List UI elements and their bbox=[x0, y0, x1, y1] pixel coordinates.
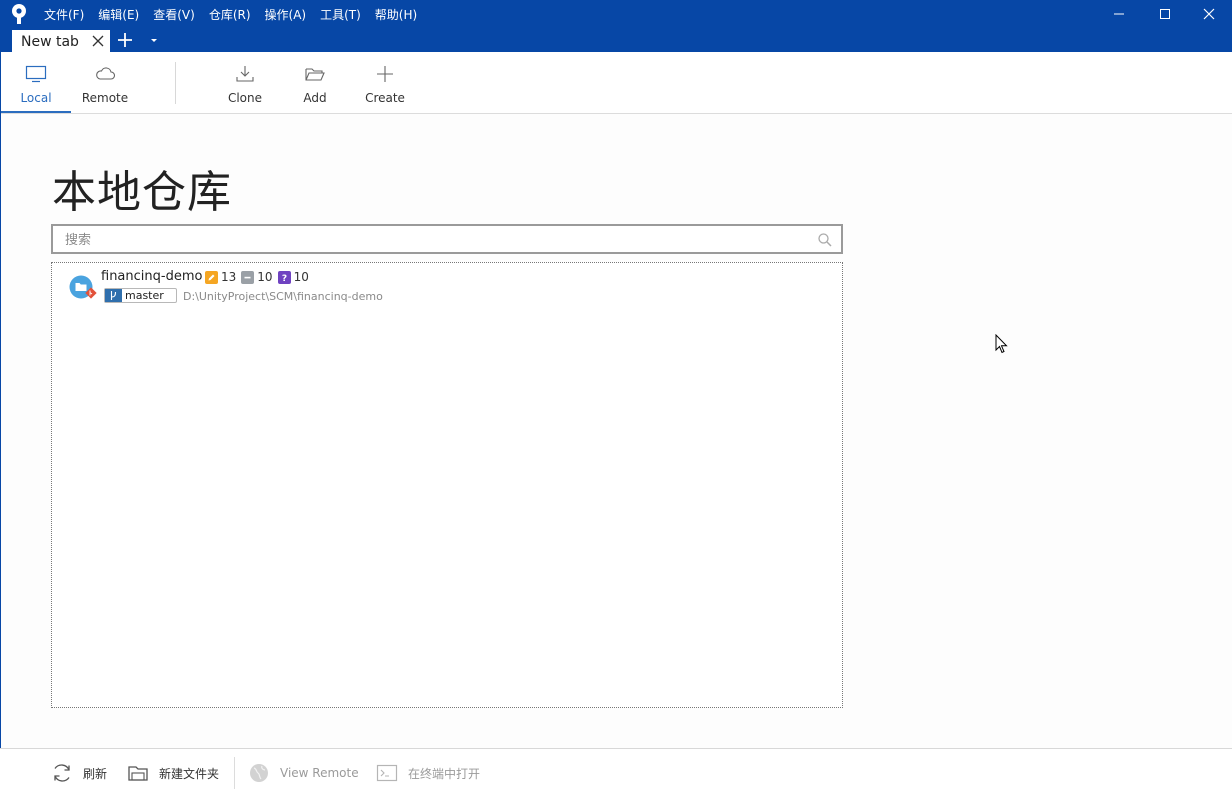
question-icon: ? bbox=[277, 270, 291, 284]
branch-icon bbox=[105, 289, 122, 302]
branch-name: master bbox=[125, 289, 164, 302]
toolbar: Local Remote Clone Add Create bbox=[0, 52, 1232, 114]
minimize-button[interactable] bbox=[1096, 0, 1142, 28]
untracked-count: 10 bbox=[293, 270, 309, 284]
menu-file[interactable]: 文件(F) bbox=[44, 6, 84, 23]
terminal-icon bbox=[376, 764, 398, 782]
remote-tab-button[interactable]: Remote bbox=[70, 52, 140, 113]
cloud-icon bbox=[96, 67, 116, 80]
mouse-cursor-icon bbox=[995, 334, 1008, 354]
remote-label: Remote bbox=[81, 91, 129, 105]
pencil-icon bbox=[205, 270, 218, 284]
refresh-icon bbox=[54, 764, 70, 782]
page-title: 本地仓库 bbox=[52, 167, 232, 218]
git-repo-icon bbox=[69, 275, 97, 299]
create-label: Create bbox=[365, 91, 405, 105]
refresh-label: 刷新 bbox=[83, 766, 108, 781]
close-icon bbox=[1203, 8, 1215, 20]
minus-icon bbox=[241, 270, 255, 284]
search-input[interactable] bbox=[65, 229, 805, 251]
clone-button[interactable]: Clone bbox=[210, 52, 280, 113]
refresh-button[interactable]: 刷新 bbox=[51, 749, 107, 797]
title-bar: 文件(F) 编辑(E) 查看(V) 仓库(R) 操作(A) 工具(T) 帮助(H… bbox=[0, 0, 1232, 28]
tab-label: New tab bbox=[21, 34, 79, 50]
removed-count: 10 bbox=[257, 270, 273, 284]
bottom-bar: 刷新 新建文件夹 View Remote 在终端中打开 bbox=[0, 748, 1232, 798]
repo-path: D:\UnityProject\SCM\financinq-demo bbox=[183, 290, 383, 303]
repo-name: financinq-demo bbox=[101, 269, 203, 284]
minimize-icon bbox=[1114, 13, 1124, 15]
view-remote-button[interactable]: View Remote bbox=[248, 749, 359, 797]
menu-help[interactable]: 帮助(H) bbox=[375, 6, 417, 23]
clone-label: Clone bbox=[227, 91, 263, 105]
menu-tools[interactable]: 工具(T) bbox=[320, 6, 361, 23]
plus-icon bbox=[377, 66, 393, 82]
open-terminal-label: 在终端中打开 bbox=[408, 766, 481, 781]
sourcetree-logo-icon bbox=[12, 4, 26, 24]
menu-actions[interactable]: 操作(A) bbox=[265, 6, 307, 23]
menu-view[interactable]: 查看(V) bbox=[153, 6, 195, 23]
open-folder-icon bbox=[305, 68, 325, 81]
tab-close-icon[interactable] bbox=[92, 35, 104, 47]
new-folder-label: 新建文件夹 bbox=[159, 766, 220, 781]
add-button[interactable]: Add bbox=[280, 52, 350, 113]
modified-count: 13 bbox=[221, 270, 237, 284]
folder-icon bbox=[128, 766, 148, 781]
menu-repository[interactable]: 仓库(R) bbox=[209, 6, 251, 23]
monitor-icon bbox=[25, 65, 47, 83]
close-window-button[interactable] bbox=[1186, 0, 1232, 28]
search-icon[interactable] bbox=[817, 232, 833, 248]
repo-status-badges: 13 10 ? 10 bbox=[205, 270, 314, 284]
maximize-icon bbox=[1160, 9, 1170, 19]
create-button[interactable]: Create bbox=[350, 52, 420, 113]
view-remote-label: View Remote bbox=[280, 766, 359, 780]
svg-text:?: ? bbox=[281, 274, 286, 283]
window-border bbox=[0, 52, 1, 798]
tab-bar: New tab bbox=[0, 28, 1232, 54]
download-icon bbox=[236, 66, 254, 82]
local-label: Local bbox=[20, 91, 52, 105]
search-box bbox=[51, 224, 843, 254]
globe-icon bbox=[250, 764, 268, 782]
add-label: Add bbox=[303, 91, 327, 105]
bottom-divider bbox=[234, 757, 235, 789]
new-folder-button[interactable]: 新建文件夹 bbox=[127, 749, 219, 797]
maximize-button[interactable] bbox=[1142, 0, 1188, 28]
tab-dropdown-icon[interactable] bbox=[148, 37, 160, 45]
branch-tag: master bbox=[104, 288, 177, 303]
add-tab-icon[interactable] bbox=[116, 31, 134, 49]
repository-item[interactable]: financinq-demo 13 10 ? 10 master D:\Unit… bbox=[52, 263, 842, 307]
open-terminal-button[interactable]: 在终端中打开 bbox=[376, 749, 480, 797]
menu-edit[interactable]: 编辑(E) bbox=[98, 6, 139, 23]
menu-bar: 文件(F) 编辑(E) 查看(V) 仓库(R) 操作(A) 工具(T) 帮助(H… bbox=[44, 0, 431, 28]
tab-new-tab[interactable]: New tab bbox=[12, 30, 110, 54]
toolbar-divider bbox=[175, 62, 176, 104]
local-tab-button[interactable]: Local bbox=[1, 52, 71, 113]
repository-list: financinq-demo 13 10 ? 10 master D:\Unit… bbox=[51, 262, 843, 708]
